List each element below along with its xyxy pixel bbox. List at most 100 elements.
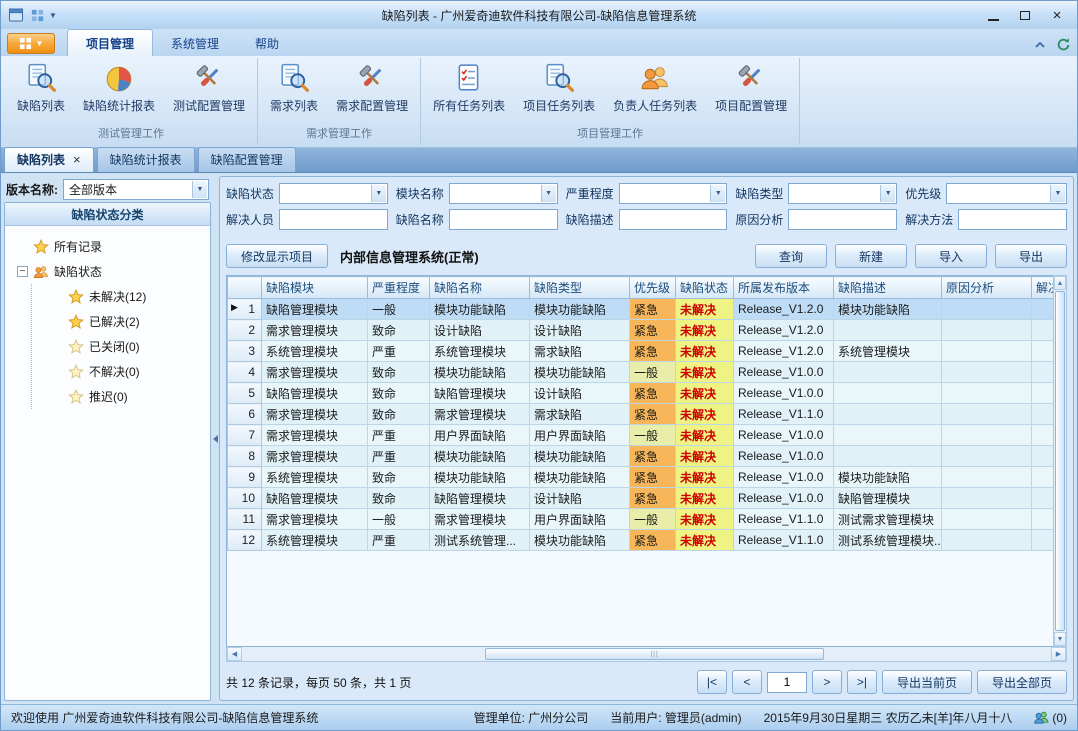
row-number-cell[interactable]: 8 bbox=[228, 446, 262, 467]
grid-cell[interactable]: 严重 bbox=[368, 341, 430, 362]
grid-cell[interactable] bbox=[834, 404, 942, 425]
ribbon-button[interactable]: 需求配置管理 bbox=[327, 58, 417, 116]
grid-cell[interactable] bbox=[1032, 509, 1054, 530]
filter-textbox[interactable] bbox=[619, 209, 728, 230]
help-refresh-icon[interactable] bbox=[1056, 37, 1071, 52]
grid-cell[interactable]: 紧急 bbox=[630, 488, 676, 509]
scroll-right-icon[interactable]: ▶ bbox=[1051, 647, 1066, 661]
grid-cell[interactable]: 一般 bbox=[630, 509, 676, 530]
filter-textbox[interactable] bbox=[279, 209, 388, 230]
horizontal-scroll-track[interactable]: ||| bbox=[242, 647, 1051, 661]
combo-arrow-icon[interactable]: ▼ bbox=[371, 185, 386, 202]
tree-item[interactable]: 已关闭(0) bbox=[34, 334, 206, 359]
grid-cell[interactable]: 需求管理模块 bbox=[262, 509, 368, 530]
grid-cell[interactable]: 致命 bbox=[368, 320, 430, 341]
grid-cell[interactable]: 系统管理模块 bbox=[262, 530, 368, 551]
grid-cell[interactable]: 缺陷管理模块 bbox=[834, 488, 942, 509]
grid-cell[interactable]: 模块功能缺陷 bbox=[530, 530, 630, 551]
grid-cell[interactable]: 致命 bbox=[368, 383, 430, 404]
document-tab[interactable]: 缺陷配置管理 bbox=[198, 147, 296, 172]
grid-cell[interactable]: Release_V1.0.0 bbox=[734, 425, 834, 446]
grid-cell[interactable] bbox=[942, 341, 1032, 362]
grid-cell[interactable]: 模块功能缺陷 bbox=[530, 446, 630, 467]
grid-cell[interactable] bbox=[942, 467, 1032, 488]
grid-row[interactable]: 11需求管理模块一般需求管理模块用户界面缺陷一般未解决Release_V1.1.… bbox=[228, 509, 1054, 530]
row-number-cell[interactable]: 6 bbox=[228, 404, 262, 425]
combo-arrow-icon[interactable]: ▼ bbox=[192, 181, 207, 198]
collapse-ribbon-icon[interactable] bbox=[1034, 39, 1046, 51]
row-number-cell[interactable]: 2 bbox=[228, 320, 262, 341]
filter-textbox[interactable] bbox=[788, 209, 897, 230]
grid-row[interactable]: 6需求管理模块致命需求管理模块需求缺陷紧急未解决Release_V1.1.0 bbox=[228, 404, 1054, 425]
grid-column-header[interactable]: 严重程度 bbox=[368, 277, 430, 299]
ribbon-button[interactable]: 缺陷统计报表 bbox=[74, 58, 164, 116]
grid-column-header[interactable]: 缺陷类型 bbox=[530, 277, 630, 299]
grid-cell[interactable]: 一般 bbox=[630, 425, 676, 446]
grid-cell[interactable]: 需求管理模块 bbox=[262, 425, 368, 446]
grid-cell[interactable]: Release_V1.1.0 bbox=[734, 530, 834, 551]
next-page-button[interactable]: > bbox=[812, 670, 842, 694]
grid-column-header[interactable]: 缺陷模块 bbox=[262, 277, 368, 299]
grid-cell[interactable]: 未解决 bbox=[676, 320, 734, 341]
grid-row[interactable]: 2需求管理模块致命设计缺陷设计缺陷紧急未解决Release_V1.2.0 bbox=[228, 320, 1054, 341]
grid-cell[interactable]: 严重 bbox=[368, 425, 430, 446]
grid-cell[interactable]: 严重 bbox=[368, 530, 430, 551]
grid-cell[interactable]: Release_V1.0.0 bbox=[734, 488, 834, 509]
grid-cell[interactable]: 紧急 bbox=[630, 530, 676, 551]
grid-cell[interactable]: 模块功能缺陷 bbox=[834, 299, 942, 320]
row-number-cell[interactable]: 3 bbox=[228, 341, 262, 362]
grid-cell[interactable]: 缺陷管理模块 bbox=[262, 488, 368, 509]
grid-cell[interactable] bbox=[834, 383, 942, 404]
grid-cell[interactable]: Release_V1.1.0 bbox=[734, 509, 834, 530]
grid-cell[interactable] bbox=[1032, 299, 1054, 320]
grid-cell[interactable] bbox=[1032, 467, 1054, 488]
tree-item[interactable]: 不解决(0) bbox=[34, 359, 206, 384]
grid-cell[interactable]: 致命 bbox=[368, 404, 430, 425]
grid-cell[interactable]: 致命 bbox=[368, 467, 430, 488]
grid-cell[interactable]: 紧急 bbox=[630, 467, 676, 488]
application-menu-button[interactable]: ▼ bbox=[7, 33, 55, 54]
quick-access-dropdown-icon[interactable]: ▼ bbox=[49, 11, 57, 20]
grid-cell[interactable]: 设计缺陷 bbox=[530, 383, 630, 404]
grid-cell[interactable] bbox=[942, 362, 1032, 383]
ribbon-tab[interactable]: 项目管理 bbox=[67, 29, 153, 56]
row-number-cell[interactable]: ▶1 bbox=[228, 299, 262, 320]
grid-cell[interactable]: 需求缺陷 bbox=[530, 404, 630, 425]
version-combo[interactable]: 全部版本 ▼ bbox=[63, 179, 209, 200]
grid-cell[interactable]: 紧急 bbox=[630, 341, 676, 362]
grid-cell[interactable] bbox=[1032, 488, 1054, 509]
grid-horizontal-scrollbar[interactable]: ◀ ||| ▶ bbox=[226, 647, 1067, 662]
scroll-left-icon[interactable]: ◀ bbox=[227, 647, 242, 661]
grid-cell[interactable]: Release_V1.0.0 bbox=[734, 467, 834, 488]
grid-cell[interactable] bbox=[942, 446, 1032, 467]
grid-cell[interactable]: 需求管理模块 bbox=[262, 320, 368, 341]
close-button[interactable]: × bbox=[1041, 4, 1073, 26]
grid-cell[interactable]: 一般 bbox=[630, 362, 676, 383]
grid-row[interactable]: 8需求管理模块严重模块功能缺陷模块功能缺陷紧急未解决Release_V1.0.0 bbox=[228, 446, 1054, 467]
ribbon-button[interactable]: 测试配置管理 bbox=[164, 58, 254, 116]
combo-arrow-icon[interactable]: ▼ bbox=[710, 185, 725, 202]
grid-cell[interactable]: 需求管理模块 bbox=[262, 446, 368, 467]
grid-cell[interactable] bbox=[942, 299, 1032, 320]
grid-cell[interactable]: 测试系统管理模块... bbox=[834, 530, 942, 551]
grid-cell[interactable]: 紧急 bbox=[630, 404, 676, 425]
combo-arrow-icon[interactable]: ▼ bbox=[1050, 185, 1065, 202]
grid-cell[interactable]: 设计缺陷 bbox=[530, 320, 630, 341]
row-number-cell[interactable]: 4 bbox=[228, 362, 262, 383]
grid-cell[interactable]: 未解决 bbox=[676, 425, 734, 446]
grid-cell[interactable]: Release_V1.1.0 bbox=[734, 404, 834, 425]
grid-cell[interactable]: 测试系统管理... bbox=[430, 530, 530, 551]
row-number-cell[interactable]: 9 bbox=[228, 467, 262, 488]
grid-cell[interactable]: 需求管理模块 bbox=[430, 404, 530, 425]
close-tab-icon[interactable]: × bbox=[73, 155, 81, 165]
toolbar-button[interactable]: 新建 bbox=[835, 244, 907, 268]
splitter[interactable] bbox=[211, 176, 219, 701]
maximize-button[interactable] bbox=[1009, 4, 1041, 26]
grid-cell[interactable] bbox=[942, 509, 1032, 530]
grid-cell[interactable]: 用户界面缺陷 bbox=[430, 425, 530, 446]
grid-cell[interactable]: 缺陷管理模块 bbox=[262, 299, 368, 320]
export-all-pages-button[interactable]: 导出全部页 bbox=[977, 670, 1067, 694]
filter-textbox[interactable] bbox=[449, 209, 558, 230]
tree-item[interactable]: 未解决(12) bbox=[34, 284, 206, 309]
toolbar-button[interactable]: 查询 bbox=[755, 244, 827, 268]
